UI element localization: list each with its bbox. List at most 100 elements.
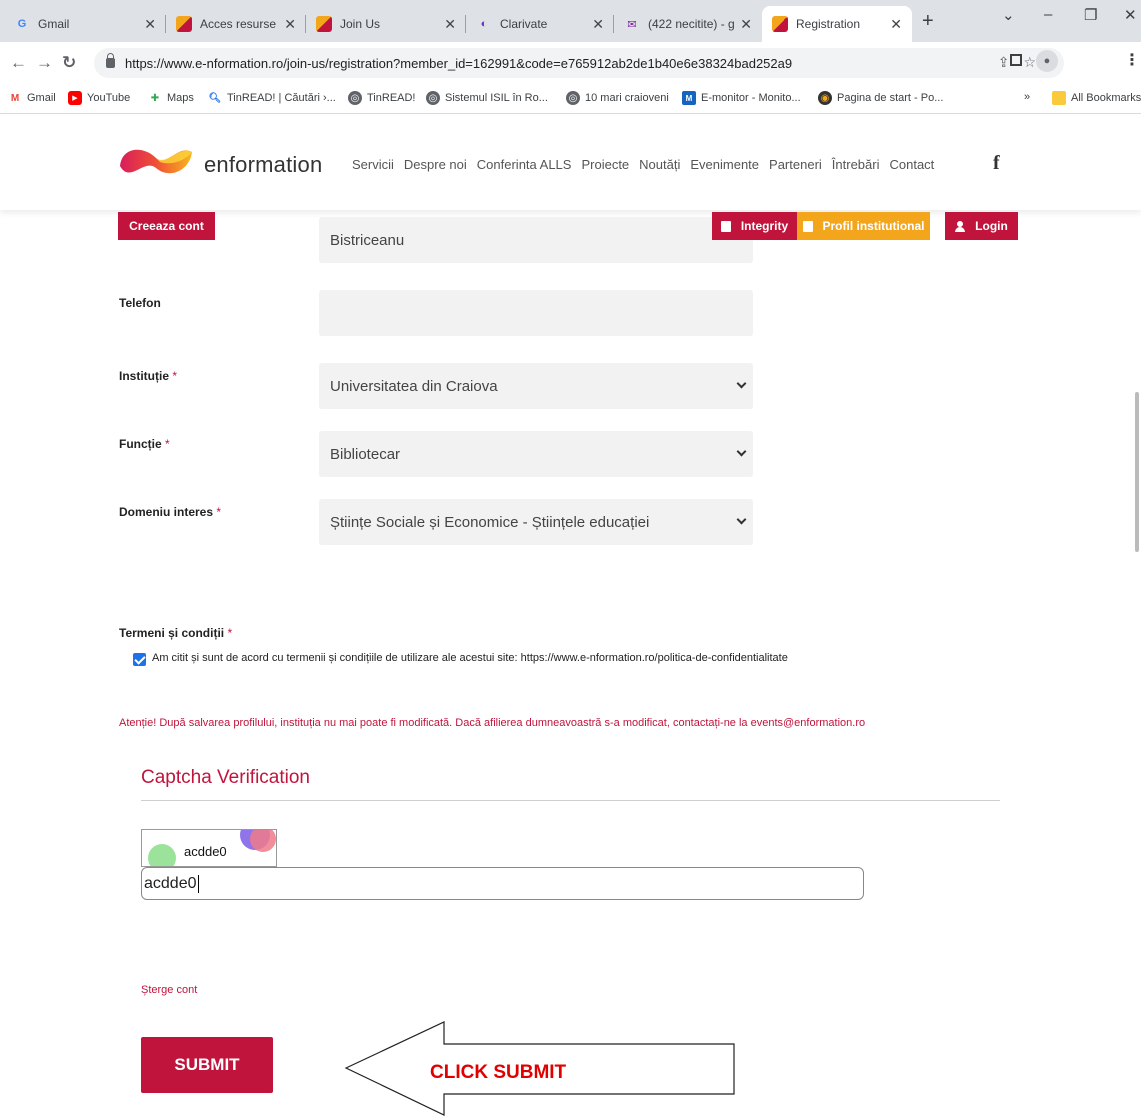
site-header: enformation Servicii Despre noi Conferin…: [0, 114, 1141, 210]
site-brand[interactable]: enformation: [204, 152, 322, 178]
bookmark-label: 10 mari craioveni: [585, 92, 669, 104]
tab-label: Gmail: [38, 17, 70, 31]
mail-icon: ✉: [627, 18, 637, 31]
browser-tab[interactable]: ✉ (422 necitite) - gab ✕: [614, 6, 762, 42]
close-tab-icon[interactable]: ✕: [144, 16, 156, 33]
required-mark: *: [165, 437, 170, 451]
tab-search-icon[interactable]: ⌄: [1002, 6, 1015, 24]
nav-item-intrebari[interactable]: Întrebări: [832, 157, 880, 172]
nav-item-despre-noi[interactable]: Despre noi: [404, 157, 467, 172]
browser-menu-icon[interactable]: ⋮: [1124, 50, 1140, 70]
phone-field[interactable]: [319, 290, 753, 336]
function-label: Funcție *: [119, 437, 170, 451]
bookmark-label: E-monitor - Monito...: [701, 92, 801, 104]
browser-tab[interactable]: G Gmail ✕: [4, 6, 166, 42]
bookmark-item[interactable]: ▶ YouTube: [68, 91, 130, 105]
institutional-profile-button[interactable]: Profil institutional: [797, 212, 930, 240]
folder-icon: [1052, 91, 1066, 105]
function-select[interactable]: Bibliotecar: [319, 431, 753, 477]
bookmark-item[interactable]: ✚ Maps: [148, 91, 194, 105]
minimize-button[interactable]: –: [1044, 6, 1052, 23]
domain-select[interactable]: Științe Sociale și Economice - Științele…: [319, 499, 753, 545]
close-tab-icon[interactable]: ✕: [284, 16, 296, 33]
profile-avatar-icon[interactable]: ●: [1036, 50, 1058, 72]
captcha-input[interactable]: acdde0: [141, 867, 864, 900]
bookmark-label: TinREAD! | Căutări ›...: [227, 92, 336, 104]
globe-icon: ◎: [566, 91, 580, 105]
nav-item-conferinta-alls[interactable]: Conferinta ALLS: [477, 157, 572, 172]
youtube-icon: ▶: [68, 91, 82, 105]
domain-label: Domeniu interes *: [119, 505, 221, 519]
all-bookmarks-folder[interactable]: All Bookmarks: [1052, 91, 1141, 105]
captcha-image-text: acdde0: [184, 844, 227, 859]
create-account-label: Creeaza cont: [129, 219, 204, 233]
main-nav: Servicii Despre noi Conferinta ALLS Proi…: [352, 157, 944, 172]
close-tab-icon[interactable]: ✕: [444, 16, 456, 33]
bookmark-item[interactable]: ◎ Sistemul ISIL în Ro...: [426, 91, 548, 105]
bookmark-item[interactable]: ◉ Pagina de start - Po...: [818, 91, 943, 105]
bookmark-item[interactable]: 🔍︎ TinREAD! | Căutări ›...: [208, 91, 336, 105]
book-icon: [720, 220, 731, 232]
last-name-field[interactable]: Bistriceanu: [319, 217, 753, 263]
url-field[interactable]: https://www.e-nformation.ro/join-us/regi…: [94, 48, 1064, 78]
close-tab-icon[interactable]: ✕: [890, 16, 902, 33]
tab-label: Join Us: [340, 17, 381, 31]
bookmark-label: YouTube: [87, 92, 131, 104]
close-tab-icon[interactable]: ✕: [740, 16, 752, 33]
close-window-button[interactable]: ✕: [1124, 6, 1137, 24]
restore-button[interactable]: ❐: [1084, 6, 1097, 24]
nav-item-evenimente[interactable]: Evenimente: [690, 157, 759, 172]
nav-item-servicii[interactable]: Servicii: [352, 157, 394, 172]
phone-label: Telefon: [119, 296, 161, 310]
login-button[interactable]: Login: [945, 212, 1018, 240]
phone-label-text: Telefon: [119, 296, 161, 310]
terms-checkbox[interactable]: [133, 653, 146, 666]
integrity-button[interactable]: Integrity: [712, 212, 797, 240]
browser-tab[interactable]: Join Us ✕: [306, 6, 466, 42]
reload-icon[interactable]: ↻: [62, 53, 76, 73]
bookmark-item[interactable]: ◎ TinREAD!: [348, 91, 416, 105]
enformation-icon: [772, 16, 788, 32]
browser-tab[interactable]: ◐ Clarivate ✕: [466, 6, 614, 42]
bookmark-item[interactable]: ◎ 10 mari craioveni: [566, 91, 669, 105]
captcha-title: Captcha Verification: [141, 767, 310, 788]
more-bookmarks-button[interactable]: »: [1024, 91, 1030, 103]
bookmark-item[interactable]: M Gmail: [8, 91, 56, 105]
new-tab-button[interactable]: +: [922, 10, 934, 33]
institution-label: Instituție *: [119, 369, 177, 383]
bookmark-item[interactable]: M E-monitor - Monito...: [682, 91, 801, 105]
browser-tab[interactable]: Acces resurse științ ✕: [166, 6, 306, 42]
institution-select[interactable]: Universitatea din Craiova: [319, 363, 753, 409]
enformation-logo[interactable]: [116, 136, 194, 186]
nav-item-proiecte[interactable]: Proiecte: [581, 157, 629, 172]
emonitor-icon: M: [682, 91, 696, 105]
facebook-icon[interactable]: f: [993, 152, 1000, 175]
side-panel-icon[interactable]: [1010, 54, 1022, 66]
domain-label-text: Domeniu interes: [119, 505, 214, 519]
maps-icon: ✚: [150, 92, 160, 104]
click-submit-callout: CLICK SUBMIT: [344, 1021, 735, 1116]
back-icon[interactable]: ←: [10, 53, 27, 73]
nav-item-parteneri[interactable]: Parteneri: [769, 157, 822, 172]
lock-icon[interactable]: [106, 53, 115, 68]
submit-button[interactable]: SUBMIT: [141, 1037, 273, 1093]
search-icon: 🔍︎: [208, 92, 222, 104]
terms-text: Am citit și sunt de acord cu termenii și…: [152, 652, 788, 664]
domain-value: Științe Sociale și Economice - Științele…: [330, 513, 650, 531]
required-mark: *: [172, 369, 178, 383]
nav-item-noutati[interactable]: Noutăți: [639, 157, 680, 172]
bookmark-label: TinREAD!: [367, 92, 416, 104]
required-mark: *: [216, 505, 222, 519]
url-text: https://www.e-nformation.ro/join-us/regi…: [125, 55, 793, 71]
bookmark-label: Pagina de start - Po...: [837, 92, 944, 104]
browser-tab-active[interactable]: Registration ✕: [762, 6, 912, 42]
close-tab-icon[interactable]: ✕: [592, 16, 604, 33]
forward-icon[interactable]: →: [36, 53, 53, 73]
create-account-button[interactable]: Creeaza cont: [118, 212, 215, 240]
divider: [141, 800, 1000, 801]
delete-account-link[interactable]: Șterge cont: [141, 984, 197, 996]
nav-item-contact[interactable]: Contact: [889, 157, 934, 172]
address-bar-row: ← → ↻ https://www.e-nformation.ro/join-u…: [0, 42, 1141, 84]
google-icon: G: [17, 18, 27, 30]
page-scrollbar[interactable]: [1135, 392, 1139, 552]
